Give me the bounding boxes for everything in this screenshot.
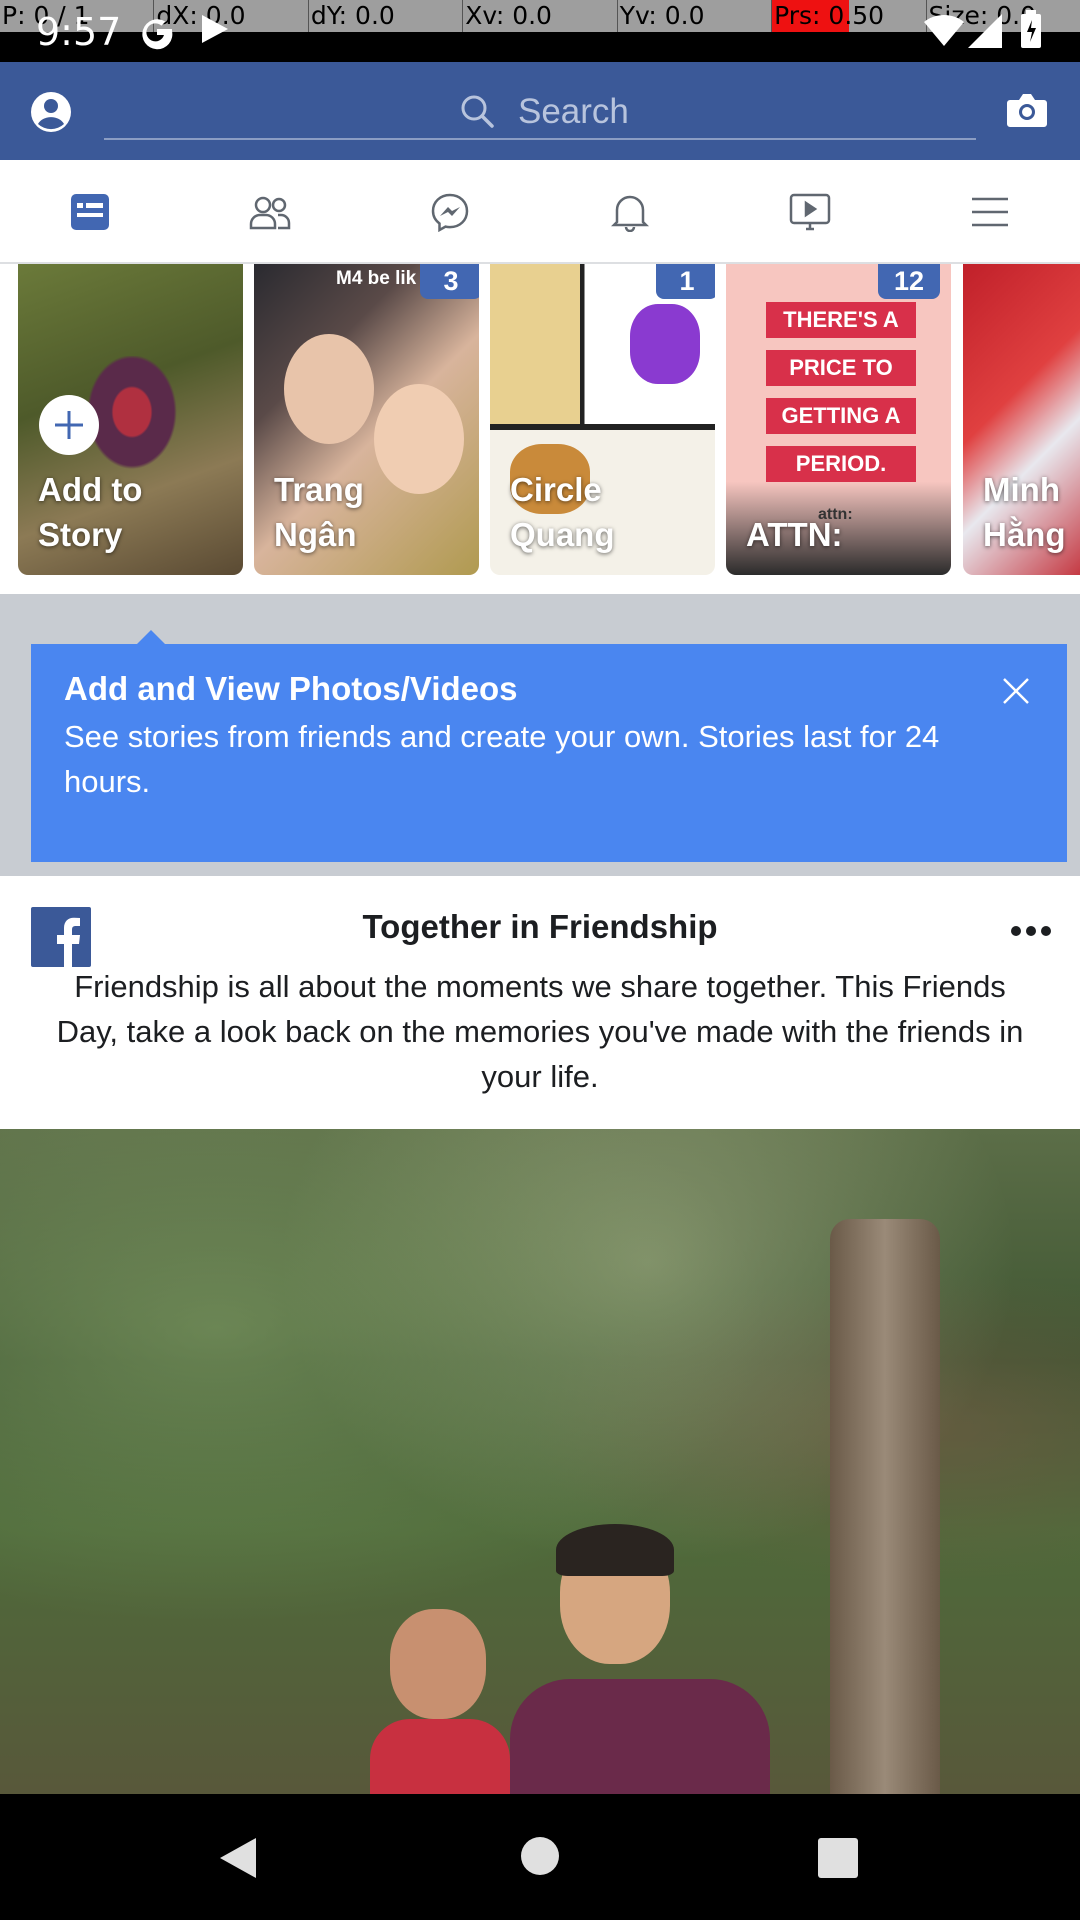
post-text: Friendship is all about the moments we s…	[56, 969, 1024, 1094]
story-badge: 3	[420, 264, 479, 299]
story-name: Minh Hằng	[983, 471, 1066, 553]
system-nav-bar	[0, 1794, 1080, 1920]
tab-notifications[interactable]	[540, 160, 720, 264]
story-circle-quang[interactable]: 1 Circle Quang	[490, 264, 715, 575]
messenger-icon	[431, 193, 469, 232]
camera-icon[interactable]	[1006, 92, 1048, 128]
tab-messenger[interactable]	[360, 160, 540, 264]
story-poster: THERE'S A PRICE TO GETTING A PERIOD.	[766, 302, 916, 482]
story-attn[interactable]: THERE'S A PRICE TO GETTING A PERIOD. att…	[726, 264, 951, 575]
hamburger-icon	[972, 197, 1008, 227]
video-icon	[789, 193, 831, 231]
story-minh-hang[interactable]: Minh Hằng	[963, 264, 1080, 575]
tab-menu[interactable]	[900, 160, 1080, 264]
search-placeholder: Search	[518, 92, 629, 131]
story-name: Add to Story	[38, 471, 143, 553]
friends-icon	[249, 196, 291, 230]
story-comic-divider	[490, 424, 715, 430]
poster-line: THERE'S A	[766, 302, 916, 338]
poster-line: PRICE TO	[766, 350, 916, 386]
stories-tray: Add to Story M4 be lik 3 Trang Ngân 1 Ci…	[0, 264, 1080, 594]
story-trang-ngan[interactable]: M4 be lik 3 Trang Ngân	[254, 264, 479, 575]
app-header: Search	[0, 62, 1080, 160]
tab-news-feed[interactable]	[0, 160, 180, 264]
person-shirt	[510, 1679, 770, 1794]
search-icon	[461, 95, 494, 128]
debug-yv: Yv: 0.0	[616, 0, 771, 32]
battery-icon	[1021, 10, 1041, 48]
status-time: 9:57	[36, 10, 122, 54]
story-face	[284, 334, 374, 444]
person-hair	[556, 1524, 674, 1576]
news-feed-icon	[71, 194, 109, 230]
poster-line: PERIOD.	[766, 446, 916, 482]
tip-pointer	[136, 630, 166, 645]
back-icon[interactable]	[218, 1836, 258, 1880]
stories-tip-card: Add and View Photos/Videos See stories f…	[31, 644, 1067, 862]
play-icon	[202, 15, 228, 43]
post-title: Together in Friendship	[362, 908, 718, 945]
bell-icon	[611, 195, 649, 232]
search-input[interactable]: Search	[104, 86, 976, 140]
child-shirt	[370, 1719, 510, 1794]
story-add[interactable]: Add to Story	[18, 264, 243, 575]
feed-post: Together in Friendship Friendship is all…	[0, 876, 1080, 1794]
child-face	[390, 1609, 486, 1719]
tab-watch[interactable]	[720, 160, 900, 264]
tab-friends[interactable]	[180, 160, 360, 264]
tip-area: Add and View Photos/Videos See stories f…	[0, 594, 1080, 876]
google-g-icon	[142, 19, 173, 50]
post-image[interactable]	[0, 1129, 1080, 1794]
home-icon[interactable]	[520, 1836, 560, 1876]
tip-body: See stories from friends and create your…	[64, 719, 940, 799]
add-story-icon[interactable]	[38, 394, 100, 456]
tree-trunk	[830, 1219, 940, 1794]
tip-title: Add and View Photos/Videos	[64, 670, 518, 707]
signal-icon	[968, 14, 1002, 48]
story-name: Circle Quang	[510, 471, 615, 553]
story-badge: 1	[656, 264, 715, 299]
story-face	[374, 384, 464, 494]
poster-line: GETTING A	[766, 398, 916, 434]
story-name: ATTN:	[746, 516, 843, 553]
story-badge: 12	[878, 264, 940, 299]
story-caption: M4 be lik	[336, 268, 417, 289]
story-name: Trang Ngân	[274, 471, 364, 553]
close-icon[interactable]	[1001, 676, 1031, 706]
more-options-icon[interactable]	[1010, 924, 1052, 938]
wifi-icon	[924, 14, 964, 47]
tab-bar	[0, 160, 1080, 264]
debug-xv: Xv: 0.0	[462, 0, 616, 32]
profile-icon[interactable]	[30, 91, 72, 133]
debug-pressure: Prs: 0.50	[771, 0, 926, 32]
recents-icon[interactable]	[818, 1838, 858, 1878]
story-comic-character	[630, 304, 700, 384]
debug-dy: dY: 0.0	[307, 0, 462, 32]
